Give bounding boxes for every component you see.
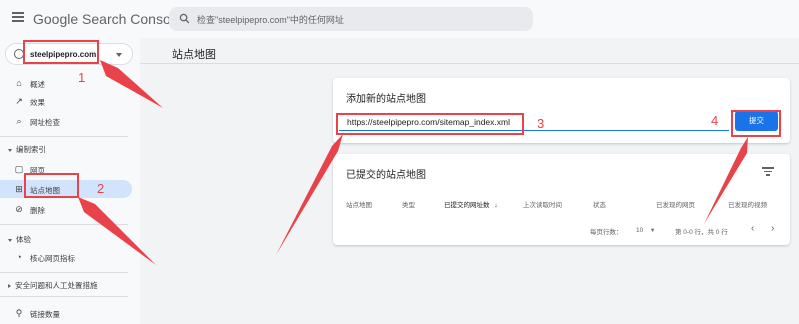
divider [0, 224, 128, 225]
search-input[interactable]: 检查"steelpipepro.com"中的任何网址 [169, 7, 533, 31]
sidebar-item-label: 链接数量 [30, 310, 60, 319]
home-icon: ⌂ [16, 78, 22, 88]
submitted-sitemaps-header: 已提交的站点地图 [346, 170, 426, 181]
column-header[interactable]: 站点地图 [346, 199, 372, 209]
submitted-sitemaps-card: 已提交的站点地图 站点地图 类型 已提交的网址数 ↓ 上次读取时间 状态 已发现… [333, 154, 790, 245]
filter-icon[interactable] [762, 167, 774, 176]
prev-page-icon[interactable]: ‹ [751, 223, 754, 234]
rows-per-page-label: 每页行数： [590, 229, 623, 236]
sitemap-icon: ⊞ [15, 184, 23, 194]
next-page-icon[interactable]: › [771, 223, 774, 234]
sidebar-item-overview[interactable]: ⌂ 概述 [0, 74, 140, 92]
divider [0, 272, 128, 273]
expand-icon [8, 284, 11, 289]
sidebar-item-links[interactable]: ⚲ 链接数量 [0, 304, 140, 322]
expand-icon [8, 238, 12, 242]
sort-arrow-icon: ↓ [494, 202, 498, 209]
column-header[interactable]: 已发现的视频 [728, 199, 767, 209]
add-sitemap-header: 添加新的站点地图 [346, 94, 426, 105]
menu-icon[interactable] [12, 12, 24, 22]
gauge-icon: ◔ [16, 252, 22, 262]
sidebar-item-label: 概述 [30, 80, 45, 89]
column-header[interactable]: 上次读取时间 [523, 199, 562, 209]
section-label: 编制索引 [16, 145, 46, 154]
column-header-sorted[interactable]: 已提交的网址数 ↓ [444, 199, 498, 209]
search-placeholder: 检查"steelpipepro.com"中的任何网址 [197, 15, 344, 25]
annotation-number-3: 3 [537, 116, 545, 131]
sidebar-item-label: 删除 [30, 206, 45, 215]
divider [0, 296, 128, 297]
section-label: 体验 [16, 235, 31, 244]
section-experience[interactable]: 体验 [8, 234, 31, 245]
section-indexing[interactable]: 编制索引 [8, 144, 46, 155]
divider [0, 136, 128, 137]
search-icon [179, 13, 190, 24]
divider [140, 63, 799, 64]
sidebar-item-label: 核心网页指标 [30, 254, 75, 263]
column-header[interactable]: 类型 [402, 199, 415, 209]
page-title: 站点地图 [172, 49, 216, 61]
page-icon: ▢ [14, 164, 24, 174]
annotation-box-2 [24, 173, 79, 198]
annotation-number-4: 4 [711, 113, 719, 128]
top-bar: Google Search Console 检查"steelpipepro.co… [0, 0, 799, 38]
annotation-number-1: 1 [78, 70, 86, 85]
sidebar-item-removals[interactable]: ⊘ 删除 [0, 200, 140, 218]
pagination-range: 第 0-0 行，共 0 行 [675, 229, 728, 236]
eye-off-icon: ⊘ [15, 204, 23, 214]
annotation-box-1 [23, 40, 99, 64]
column-header-label: 已提交的网址数 [444, 202, 490, 209]
rows-per-page-select[interactable]: 10 ▾ [636, 226, 654, 234]
sidebar-item-core-web-vitals[interactable]: ◔ 核心网页指标 [0, 248, 140, 266]
chevron-down-icon [116, 53, 122, 57]
expand-icon [8, 148, 12, 152]
caret-down-icon: ▾ [651, 227, 655, 234]
search-icon: ⌕ [16, 116, 22, 126]
links-icon: ⚲ [15, 308, 23, 318]
rows-per-page-value: 10 [636, 227, 644, 234]
logo-text: Google Search Console [33, 11, 182, 27]
section-security[interactable]: 安全问题和人工处置措施 [8, 280, 98, 291]
column-header[interactable]: 已发现的网页 [656, 199, 695, 209]
sidebar-item-label: 网址检查 [30, 118, 60, 127]
annotation-box-4 [731, 110, 781, 137]
sidebar-item-url-inspection[interactable]: ⌕ 网址检查 [0, 112, 140, 130]
sidebar-item-label: 效果 [30, 98, 45, 107]
annotation-number-2: 2 [97, 181, 105, 196]
trending-up-icon: ↗ [15, 96, 23, 106]
column-header[interactable]: 状态 [593, 199, 606, 209]
annotation-box-3 [336, 113, 524, 135]
sidebar-item-performance[interactable]: ↗ 效果 [0, 92, 140, 110]
app-logo[interactable]: Google Search Console [33, 11, 182, 27]
section-label: 安全问题和人工处置措施 [15, 281, 98, 290]
